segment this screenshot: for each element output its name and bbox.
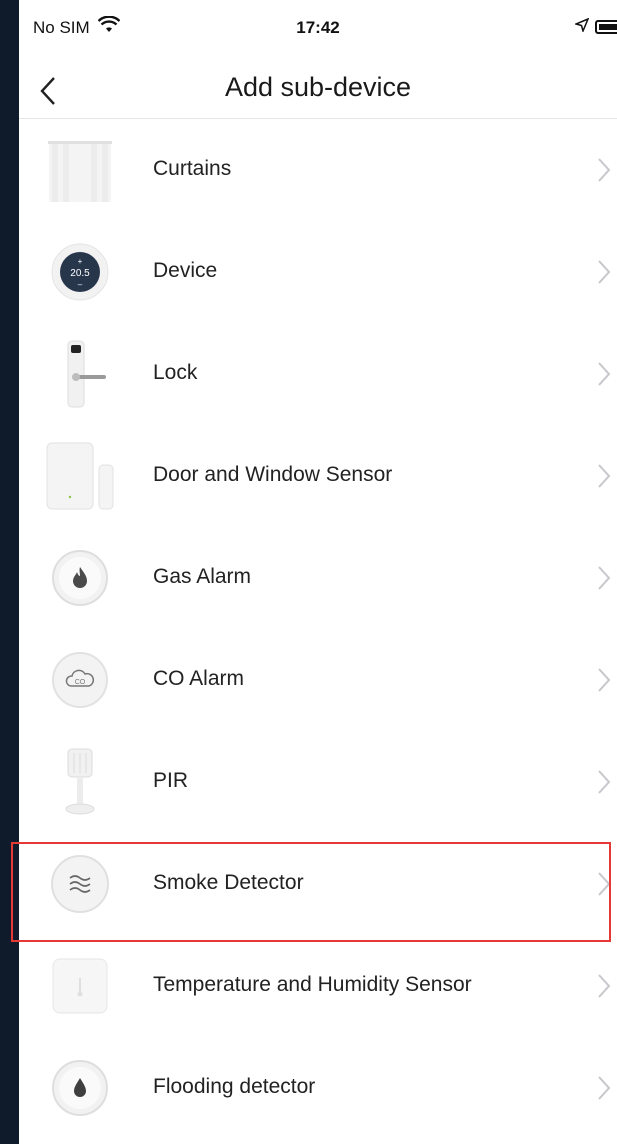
device-label: CO Alarm [153,667,245,690]
chevron-right-icon [598,770,611,794]
device-row-lock[interactable]: Lock [19,323,617,425]
chevron-right-icon [598,974,611,998]
device-row-smoke-detector[interactable]: Smoke Detector [19,833,617,935]
device-label: Temperature and Humidity Sensor [153,973,472,996]
device-row-curtains[interactable]: Curtains [19,119,617,221]
phone-screen: No SIM 17:42 Add sub-device Curtains 20.… [19,0,617,1144]
chevron-right-icon [598,668,611,692]
device-list: Curtains 20.5 + – Device Lock Door and W… [19,119,617,1139]
nav-bar: Add sub-device [19,58,617,119]
chevron-right-icon [598,260,611,284]
chevron-right-icon [598,464,611,488]
chevron-right-icon [598,158,611,182]
gas-alarm-icon [45,543,115,613]
thermostat-reading: 20.5 [70,268,90,279]
device-row-door-window-sensor[interactable]: Door and Window Sensor [19,425,617,527]
temp-humidity-sensor-icon [45,951,115,1021]
svg-text:–: – [78,280,83,289]
device-row-pir[interactable]: PIR [19,731,617,833]
device-label: Lock [153,361,198,384]
location-arrow-icon [573,17,590,36]
smoke-detector-icon [45,849,115,919]
device-row-co-alarm[interactable]: CO CO Alarm [19,629,617,731]
pir-sensor-icon [45,747,115,817]
co-alarm-icon: CO [45,645,115,715]
chevron-right-icon [598,566,611,590]
device-label: Device [153,259,218,282]
device-row-flood-detector[interactable]: Flooding detector [19,1037,617,1139]
device-label: Smoke Detector [153,871,304,894]
device-row-device[interactable]: 20.5 + – Device [19,221,617,323]
page-title: Add sub-device [224,72,412,102]
status-time: 17:42 [296,18,340,37]
thermostat-icon: 20.5 + – [45,237,115,307]
chevron-right-icon [598,362,611,386]
svg-text:CO: CO [75,679,86,686]
device-label: Door and Window Sensor [153,463,393,486]
curtains-icon [45,135,115,205]
chevron-right-icon [598,1076,611,1100]
device-label: Curtains [153,157,232,180]
device-row-gas-alarm[interactable]: Gas Alarm [19,527,617,629]
status-bar: No SIM 17:42 [19,0,617,58]
device-row-temp-humidity-sensor[interactable]: Temperature and Humidity Sensor [19,935,617,1037]
device-label: PIR [153,769,189,792]
battery-icon [595,20,617,34]
door-lock-icon [45,339,115,409]
device-label: Flooding detector [153,1075,316,1098]
svg-text:+: + [78,257,83,266]
chevron-right-icon [598,872,611,896]
device-label: Gas Alarm [153,565,252,588]
flood-detector-icon [45,1053,115,1123]
door-window-sensor-icon [45,441,115,511]
